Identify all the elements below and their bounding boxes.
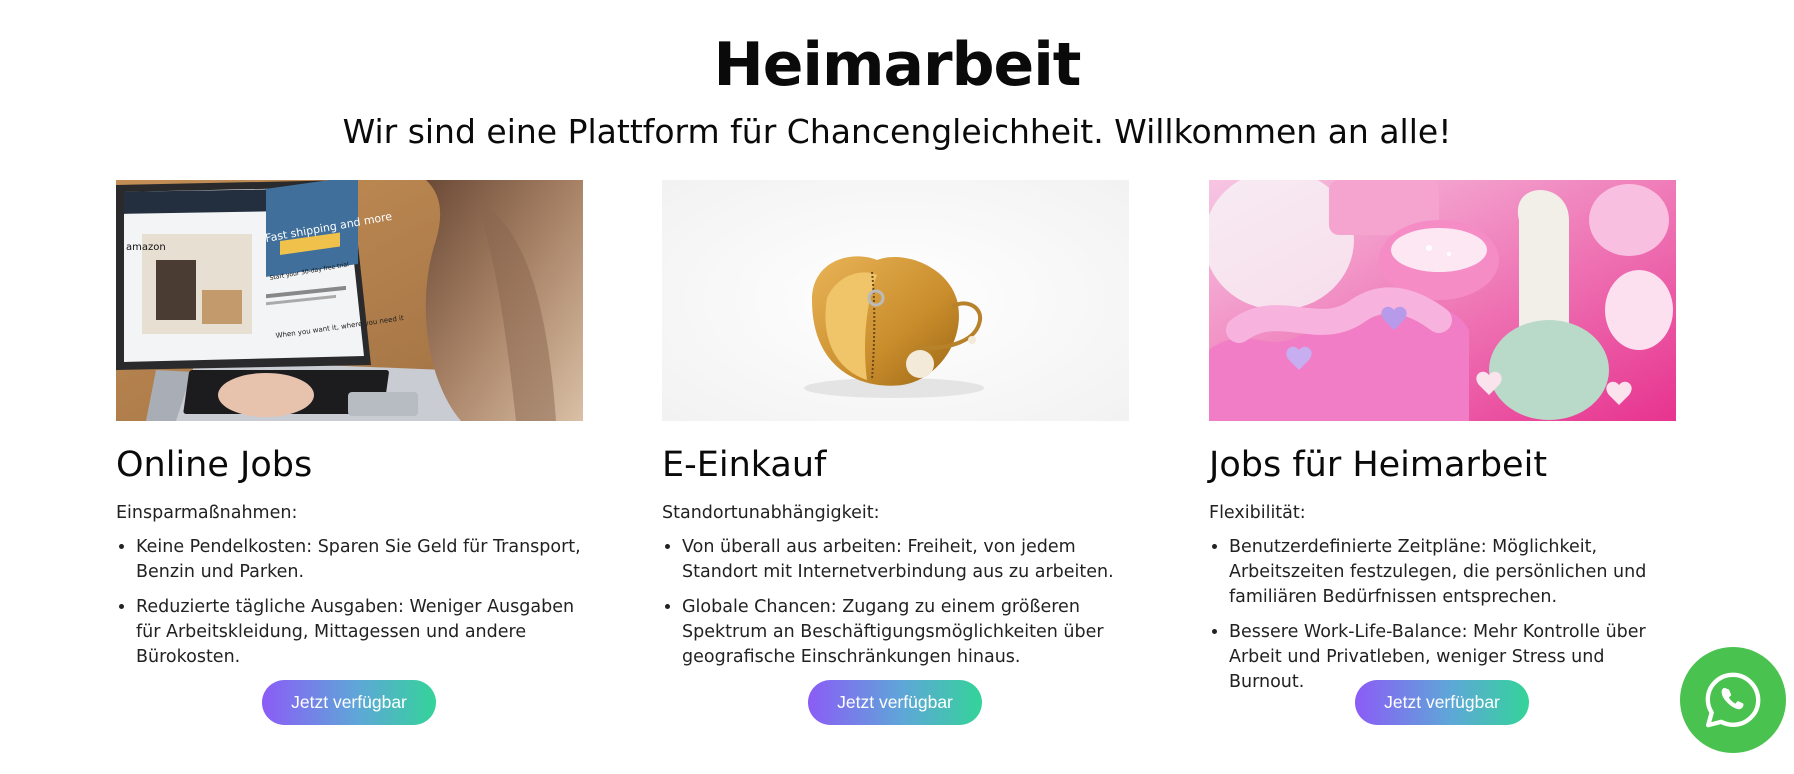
jetzt-verfuegbar-button[interactable]: Jetzt verfügbar [808,680,982,725]
card-title: Jobs für Heimarbeit [1209,445,1548,485]
benefit-list: Von überall aus arbeiten: Freiheit, von … [662,535,1129,670]
laptop-shopping-image: amazon Fast shipping and more Start your… [116,180,583,421]
card-online-jobs: amazon Fast shipping and more Start your… [116,180,583,680]
jetzt-verfuegbar-button[interactable]: Jetzt verfügbar [262,680,436,725]
list-item: Keine Pendelkosten: Sparen Sie Geld für … [136,535,583,585]
page-title: Heimarbeit [713,30,1082,100]
card-intro: Standortunabhängigkeit: [662,503,880,523]
page-subtitle: Wir sind eine Plattform für Chancengleic… [342,112,1452,151]
card-title: Online Jobs [116,445,313,485]
card-e-einkauf: E-Einkauf Standortunabhängigkeit: Von üb… [662,180,1129,680]
jetzt-verfuegbar-button[interactable]: Jetzt verfügbar [1355,680,1529,725]
card-intro: Flexibilität: [1209,503,1306,523]
benefit-list: Benutzerdefinierte Zeitpläne: Möglichkei… [1209,535,1676,695]
purse-illustration [662,180,1129,421]
whatsapp-button[interactable] [1680,647,1786,753]
coin-purse-image [662,180,1129,421]
card-jobs-fuer-heimarbeit: Jobs für Heimarbeit Flexibilität: Benutz… [1209,180,1676,705]
list-item: Globale Chancen: Zugang zu einem größere… [682,595,1129,670]
list-item: Benutzerdefinierte Zeitpläne: Möglichkei… [1229,535,1676,610]
list-item: Von überall aus arbeiten: Freiheit, von … [682,535,1129,585]
whatsapp-icon [1705,672,1761,728]
nail-care-image [1209,180,1676,421]
card-intro: Einsparmaßnahmen: [116,503,298,523]
benefit-list: Keine Pendelkosten: Sparen Sie Geld für … [116,535,583,670]
nail-care-illustration [1209,180,1676,421]
card-title: E-Einkauf [662,445,827,485]
amazon-logo-text: amazon [126,242,166,253]
laptop-illustration: amazon Fast shipping and more Start your… [116,180,583,421]
list-item: Reduzierte tägliche Ausgaben: Weniger Au… [136,595,583,670]
